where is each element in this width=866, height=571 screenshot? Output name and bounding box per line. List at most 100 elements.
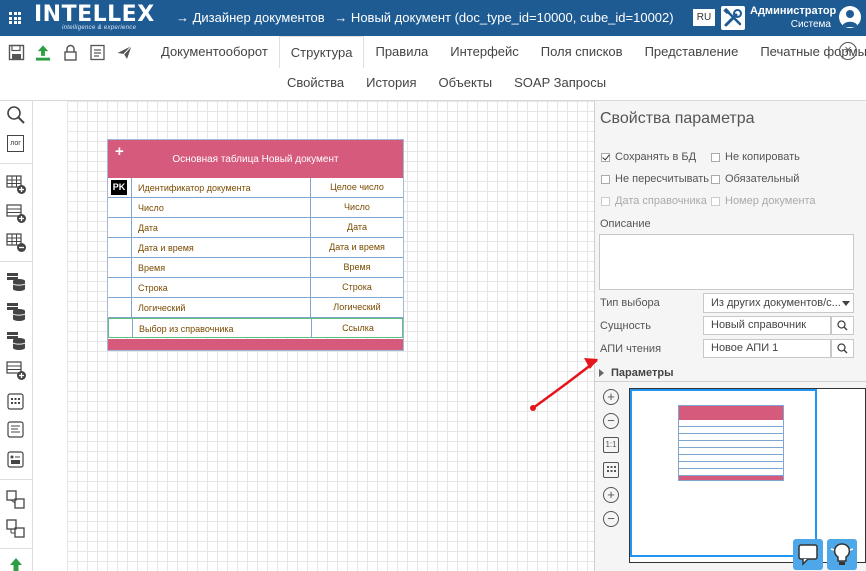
tab-workflow[interactable]: Документооборот [150, 36, 279, 68]
language-switch[interactable]: RU [693, 9, 715, 26]
toolbar-divider [0, 261, 33, 262]
table-row[interactable]: Число Число [108, 198, 403, 218]
collapse-icon[interactable]: − [603, 511, 619, 527]
subtab-objects[interactable]: Объекты [428, 68, 504, 98]
close-icon[interactable]: × [839, 42, 857, 60]
entity-table[interactable]: + Основная таблица Новый документ PK Иде… [107, 139, 404, 351]
properties-panel: Свойства параметра Сохранять в БД Не коп… [594, 101, 866, 571]
field-type: Логический [310, 298, 403, 317]
tab-structure[interactable]: Структура [278, 36, 365, 68]
table-row[interactable]: Дата и время Дата и время [108, 238, 403, 258]
arrow-up-icon[interactable] [5, 556, 27, 571]
subtab-properties[interactable]: Свойства [276, 68, 355, 98]
tools-icon[interactable] [721, 6, 745, 30]
form-icon[interactable] [5, 449, 27, 471]
apps-grid-icon[interactable] [9, 12, 21, 24]
checkbox-required[interactable]: Обязательный [711, 173, 799, 185]
checkbox[interactable] [711, 174, 720, 184]
actual-size-icon[interactable]: 1:1 [603, 437, 619, 453]
checkbox-no-recalc[interactable]: Не пересчитывать [601, 173, 709, 185]
avatar[interactable] [839, 6, 861, 28]
grid-icon[interactable] [603, 462, 619, 478]
grid-icon[interactable] [5, 391, 27, 413]
checkbox-label: Не копировать [725, 151, 800, 163]
entity-header[interactable]: + Основная таблица Новый документ [108, 140, 403, 178]
add-row-icon[interactable] [5, 202, 27, 224]
remove-table-icon[interactable] [5, 231, 27, 253]
copy-icon[interactable] [5, 489, 27, 511]
lightbulb-icon[interactable] [827, 539, 857, 570]
api-field[interactable]: Новое АПИ 1 [703, 339, 831, 358]
field-type: Целое число [310, 178, 403, 197]
send-icon[interactable] [115, 43, 133, 61]
database-icon[interactable] [5, 270, 27, 292]
breadcrumb-item-document[interactable]: → Новый документ (doc_type_id=10000, cub… [334, 10, 673, 25]
table-row[interactable]: Логический Логический [108, 298, 403, 318]
table-row[interactable]: Строка Строка [108, 278, 403, 298]
left-toolbar: лог [0, 101, 33, 571]
breadcrumb-item-designer[interactable]: → Дизайнер документов [176, 10, 325, 25]
field-type: Дата и время [310, 238, 403, 257]
save-icon[interactable] [7, 43, 25, 61]
logo[interactable]: INTELLEX intelligence & experience [34, 4, 155, 32]
sub-tabs: Свойства История Объекты SOAP Запросы [276, 68, 617, 98]
link-icon[interactable] [5, 518, 27, 540]
table-row[interactable]: PK Идентификатор документа Целое число [108, 178, 403, 198]
user-role: Система [790, 19, 831, 30]
database-add-icon[interactable] [5, 300, 27, 322]
tab-interface[interactable]: Интерфейс [439, 36, 529, 68]
checkbox-save-to-db[interactable]: Сохранять в БД [601, 151, 696, 163]
checkbox [711, 196, 720, 206]
tab-rules[interactable]: Правила [364, 36, 439, 68]
zoom-in-icon[interactable]: + [603, 389, 619, 405]
log-icon[interactable]: лог [5, 133, 27, 155]
main-tabs: Документооборот Структура Правила Интерф… [150, 36, 866, 68]
panel-title: Свойства параметра [600, 110, 755, 127]
user-name[interactable]: Администратор [750, 5, 836, 17]
tab-list-fields[interactable]: Поля списков [530, 36, 634, 68]
entity-field[interactable]: Новый справочник [703, 316, 831, 335]
table-row-selected[interactable]: Выбор из справочника Ссылка [108, 318, 403, 338]
lock-icon[interactable] [61, 43, 79, 61]
field-name: Выбор из справочника [139, 324, 234, 334]
api-search-button[interactable] [831, 339, 854, 358]
description-field[interactable] [599, 234, 854, 290]
add-field-icon[interactable] [5, 359, 27, 381]
checkbox[interactable] [601, 174, 610, 184]
tab-view[interactable]: Представление [634, 36, 750, 68]
upload-icon[interactable] [34, 43, 52, 61]
zoom-out-icon[interactable]: − [603, 413, 619, 429]
field-name: Число [138, 203, 164, 213]
search-icon [837, 343, 848, 354]
checkbox[interactable] [711, 152, 720, 162]
checkbox [601, 196, 610, 206]
checkbox-label: Не пересчитывать [615, 173, 709, 185]
checkbox[interactable] [601, 152, 610, 162]
database-list-icon[interactable] [5, 329, 27, 351]
document-list-icon[interactable] [88, 43, 106, 61]
expand-icon[interactable]: + [603, 487, 619, 503]
checkbox-no-copy[interactable]: Не копировать [711, 151, 800, 163]
search-icon[interactable] [5, 104, 27, 126]
toolbar-divider [0, 163, 33, 164]
field-name: Идентификатор документа [138, 183, 251, 193]
breadcrumb: → Дизайнер документов → Новый документ (… [176, 10, 680, 25]
text-list-icon[interactable] [5, 419, 27, 441]
checkbox-reference-date: Дата справочника [601, 195, 707, 207]
checkbox-document-number: Номер документа [711, 195, 816, 207]
subtab-soap-requests[interactable]: SOAP Запросы [503, 68, 617, 98]
parameters-section-header[interactable]: Параметры [595, 364, 866, 382]
field-name: Логический [138, 303, 186, 313]
select-type-label: Тип выбора [600, 297, 660, 309]
select-type-dropdown[interactable]: Из других документов/с... [703, 293, 854, 313]
table-row[interactable]: Время Время [108, 258, 403, 278]
table-row[interactable]: Дата Дата [108, 218, 403, 238]
entity-search-button[interactable] [831, 316, 854, 335]
checkbox-label: Обязательный [725, 173, 800, 185]
add-table-icon[interactable] [5, 173, 27, 195]
chat-icon[interactable] [793, 539, 823, 570]
field-type: Дата [310, 218, 403, 237]
search-icon [837, 320, 848, 331]
subtab-history[interactable]: История [355, 68, 427, 98]
minimap-viewport[interactable] [630, 389, 817, 557]
